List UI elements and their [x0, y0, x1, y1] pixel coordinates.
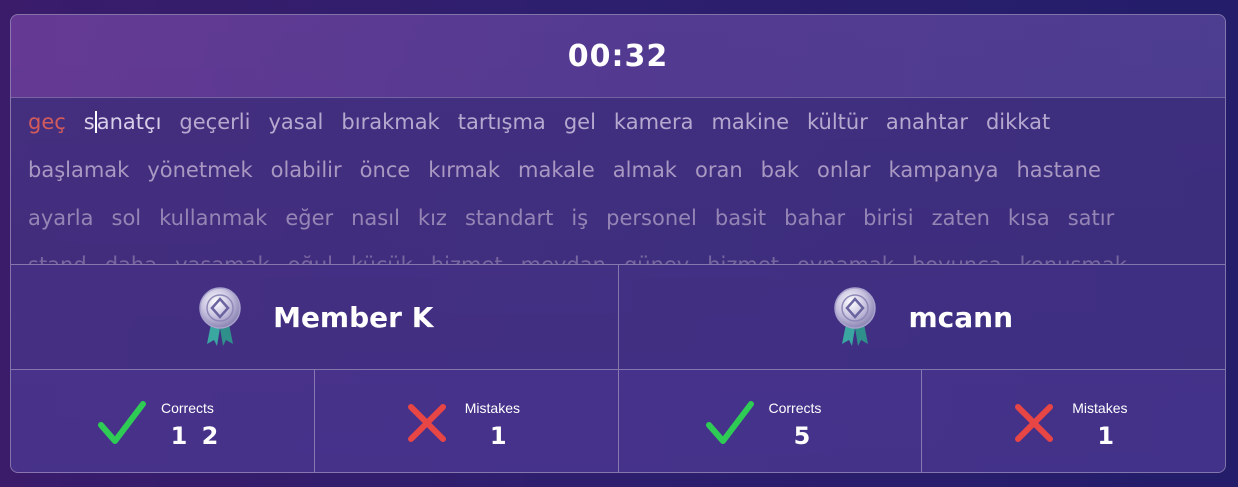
player-name: mcann: [908, 300, 1014, 334]
typing-race-panel: 00:32 geç sanatçı geçerli yasal bırakmak tart…: [10, 14, 1226, 473]
timer-bar: 00:32: [11, 15, 1225, 98]
stat-value: 1: [489, 422, 510, 450]
check-icon: [705, 401, 754, 444]
stat-label: Corrects: [161, 400, 214, 416]
medal-icon: [199, 287, 241, 346]
word: onlar: [817, 158, 871, 182]
word: makine: [711, 110, 790, 134]
word: makale: [518, 158, 595, 182]
word: zaten: [931, 206, 990, 230]
stat-label: Mistakes: [1072, 400, 1128, 416]
stats-row: Corrects 1 2 Mistakes 1 Corrects 5 Mista…: [11, 370, 1225, 472]
word-typed: geç: [28, 110, 66, 134]
player-name: Member K: [273, 300, 434, 334]
word: hastane: [1016, 158, 1101, 182]
current-word-first-letter: s: [83, 110, 95, 134]
word-line-3: ayarla sol kullanmak eğer nasıl kız standart iş…: [28, 206, 1132, 230]
stat-value: 1 2: [170, 422, 222, 450]
word: önce: [359, 158, 411, 182]
word: birisi: [863, 206, 914, 230]
timer: 00:32: [567, 38, 669, 74]
word: hizmet: [431, 253, 503, 264]
word: olabilir: [270, 158, 342, 182]
word: geçerli: [179, 110, 251, 134]
words-area[interactable]: geç sanatçı geçerli yasal bırakmak tartışma ge…: [11, 97, 1225, 264]
word: kültür: [807, 110, 868, 134]
word: nasıl: [351, 206, 400, 230]
stat-corrects-player-1: Corrects 1 2: [11, 370, 314, 472]
word-line-4: stand daha yaşamak oğul küçük hizmet meydan gün…: [28, 253, 1145, 264]
word: meydan: [521, 253, 606, 264]
player-card-2: mcann: [617, 265, 1226, 369]
stat-mistakes-player-2: Mistakes 1: [921, 370, 1225, 472]
word: kız: [417, 206, 447, 230]
word: kamera: [613, 110, 694, 134]
word-line-1: geç sanatçı geçerli yasal bırakmak tartışma ge…: [28, 110, 1068, 134]
word: kullanmak: [159, 206, 268, 230]
word: bırakmak: [341, 110, 440, 134]
word: satır: [1067, 206, 1115, 230]
word: oran: [694, 158, 743, 182]
word: küçük: [351, 253, 413, 264]
word: personel: [606, 206, 697, 230]
word: kırmak: [428, 158, 501, 182]
stat-corrects-player-2: Corrects 5: [617, 370, 922, 472]
word: eğer: [285, 206, 334, 230]
word: tartışma: [457, 110, 546, 134]
players-row: Member K mcann: [11, 264, 1225, 370]
word: yönetmek: [147, 158, 253, 182]
word: daha: [105, 253, 157, 264]
current-word-rest: anatçı: [96, 110, 162, 134]
word: hizmet: [707, 253, 779, 264]
word: güney: [624, 253, 689, 264]
word-line-2: başlamak yönetmek olabilir önce kırmak makale…: [28, 158, 1119, 182]
word: kısa: [1007, 206, 1050, 230]
cross-icon: [407, 404, 446, 442]
check-icon: [98, 401, 146, 444]
word: boyunca: [912, 253, 1002, 264]
word: oğul: [288, 253, 333, 264]
word: sol: [111, 206, 142, 230]
word: bahar: [784, 206, 846, 230]
word: yaşamak: [175, 253, 270, 264]
word: gel: [563, 110, 596, 134]
stat-mistakes-player-1: Mistakes 1: [313, 370, 618, 472]
cross-icon: [1015, 404, 1054, 442]
word: konuşmak: [1020, 253, 1127, 264]
stat-label: Mistakes: [464, 400, 520, 416]
word: başlamak: [28, 158, 130, 182]
word: stand: [28, 253, 87, 264]
stat-value: 5: [793, 422, 814, 450]
word: dikkat: [985, 110, 1051, 134]
stat-label: Corrects: [768, 400, 822, 416]
word: basit: [714, 206, 767, 230]
word: standart: [464, 206, 554, 230]
word: iş: [571, 206, 589, 230]
medal-icon: [834, 287, 877, 346]
word: ayarla: [28, 206, 94, 230]
stat-value: 1: [1097, 422, 1118, 450]
word: bak: [760, 158, 800, 182]
player-card-1: Member K: [11, 265, 618, 369]
word-current: sanatçı: [84, 110, 162, 134]
word: yasal: [268, 110, 324, 134]
word: anahtar: [885, 110, 968, 134]
word: kampanya: [888, 158, 999, 182]
word: almak: [612, 158, 677, 182]
word: oynamak: [797, 253, 894, 264]
